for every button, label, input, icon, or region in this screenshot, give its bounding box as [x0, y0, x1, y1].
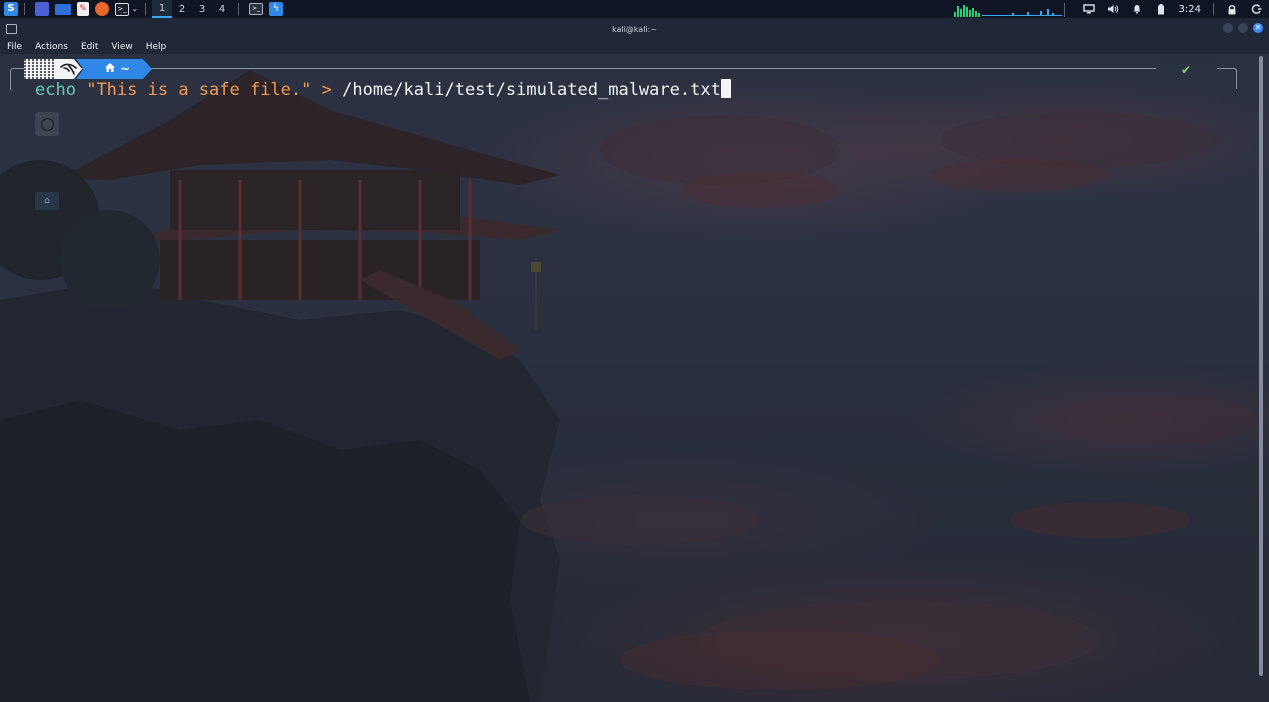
terminal-area[interactable]: ~ ✔ echo "This is a safe file." > /home/…: [0, 54, 1269, 702]
battery-icon[interactable]: [1154, 2, 1168, 16]
workspace-3[interactable]: 3: [192, 0, 212, 18]
desktop-shortcut-icon[interactable]: [35, 112, 59, 136]
text-cursor: [720, 79, 731, 98]
maximize-button[interactable]: [1238, 23, 1248, 33]
prompt-frame-right: [1228, 68, 1237, 89]
prompt-directory: ~: [119, 62, 131, 76]
text-editor-icon[interactable]: ✎: [77, 2, 89, 16]
status-badge: ✔: [1155, 60, 1217, 80]
panel-separator: [145, 3, 146, 15]
kali-dragon-icon: [60, 63, 77, 75]
panel-separator: [24, 3, 25, 15]
files-icon[interactable]: [55, 3, 71, 15]
top-panel: S ✎ >_ ⌄ 1 2 3 4 >_ ϟ 3:24: [0, 0, 1269, 18]
close-button[interactable]: ✕: [1253, 23, 1263, 33]
firefox-icon[interactable]: [95, 2, 109, 16]
panel-separator: [238, 3, 239, 15]
system-tray: 3:24: [952, 0, 1269, 18]
volume-icon[interactable]: [1106, 2, 1120, 16]
home-icon: [104, 62, 116, 76]
command-keyword: echo: [35, 80, 76, 100]
display-icon[interactable]: [1082, 2, 1096, 16]
menu-help[interactable]: Help: [144, 42, 169, 52]
cpu-usage-graph: [953, 3, 1065, 17]
menu-file[interactable]: File: [5, 42, 24, 52]
window-controls: ✕: [1223, 23, 1263, 33]
workspace-1[interactable]: 1: [152, 0, 172, 18]
workspace-4[interactable]: 4: [212, 0, 232, 18]
desktop-icon[interactable]: [35, 2, 49, 16]
home-folder-icon[interactable]: ⌂: [35, 192, 59, 210]
command-path: /home/kali/test/simulated_malware.txt: [342, 80, 721, 100]
menu-actions[interactable]: Actions: [33, 42, 70, 52]
minimize-button[interactable]: [1223, 23, 1233, 33]
command-string: "This is a safe file.": [86, 80, 312, 100]
menu-view[interactable]: View: [109, 42, 134, 52]
terminal-scrollbar[interactable]: [1259, 56, 1263, 676]
terminal-icon[interactable]: >_: [115, 2, 129, 16]
panel-separator: [1213, 3, 1214, 15]
window-title: kali@kali:~: [611, 24, 658, 34]
logout-icon[interactable]: [1249, 2, 1263, 16]
chevron-down-icon[interactable]: ⌄: [131, 2, 139, 16]
terminal-title-bar[interactable]: kali@kali:~ ✕: [0, 18, 1269, 40]
clock[interactable]: 3:24: [1179, 4, 1201, 15]
prompt-os-segment: [24, 59, 82, 79]
kali-menu-icon[interactable]: S: [4, 2, 18, 16]
app-switch-icon[interactable]: ϟ: [269, 2, 283, 16]
menu-edit[interactable]: Edit: [79, 42, 100, 52]
command-line[interactable]: echo "This is a safe file." > /home/kali…: [35, 79, 731, 101]
prompt-pattern-overlay: [24, 59, 56, 79]
terminal-window-icon[interactable]: >_: [249, 3, 263, 15]
workspace-2[interactable]: 2: [172, 0, 192, 18]
check-icon: ✔: [1180, 63, 1192, 77]
notification-bell-icon[interactable]: [1130, 2, 1144, 16]
prompt-dir-segment: ~: [76, 59, 152, 79]
close-icon: ✕: [1254, 23, 1262, 32]
menu-bar: File Actions Edit View Help: [0, 40, 1269, 54]
lock-icon[interactable]: [1225, 2, 1239, 16]
terminal-app-icon[interactable]: [6, 24, 17, 34]
command-operator: >: [321, 80, 332, 100]
